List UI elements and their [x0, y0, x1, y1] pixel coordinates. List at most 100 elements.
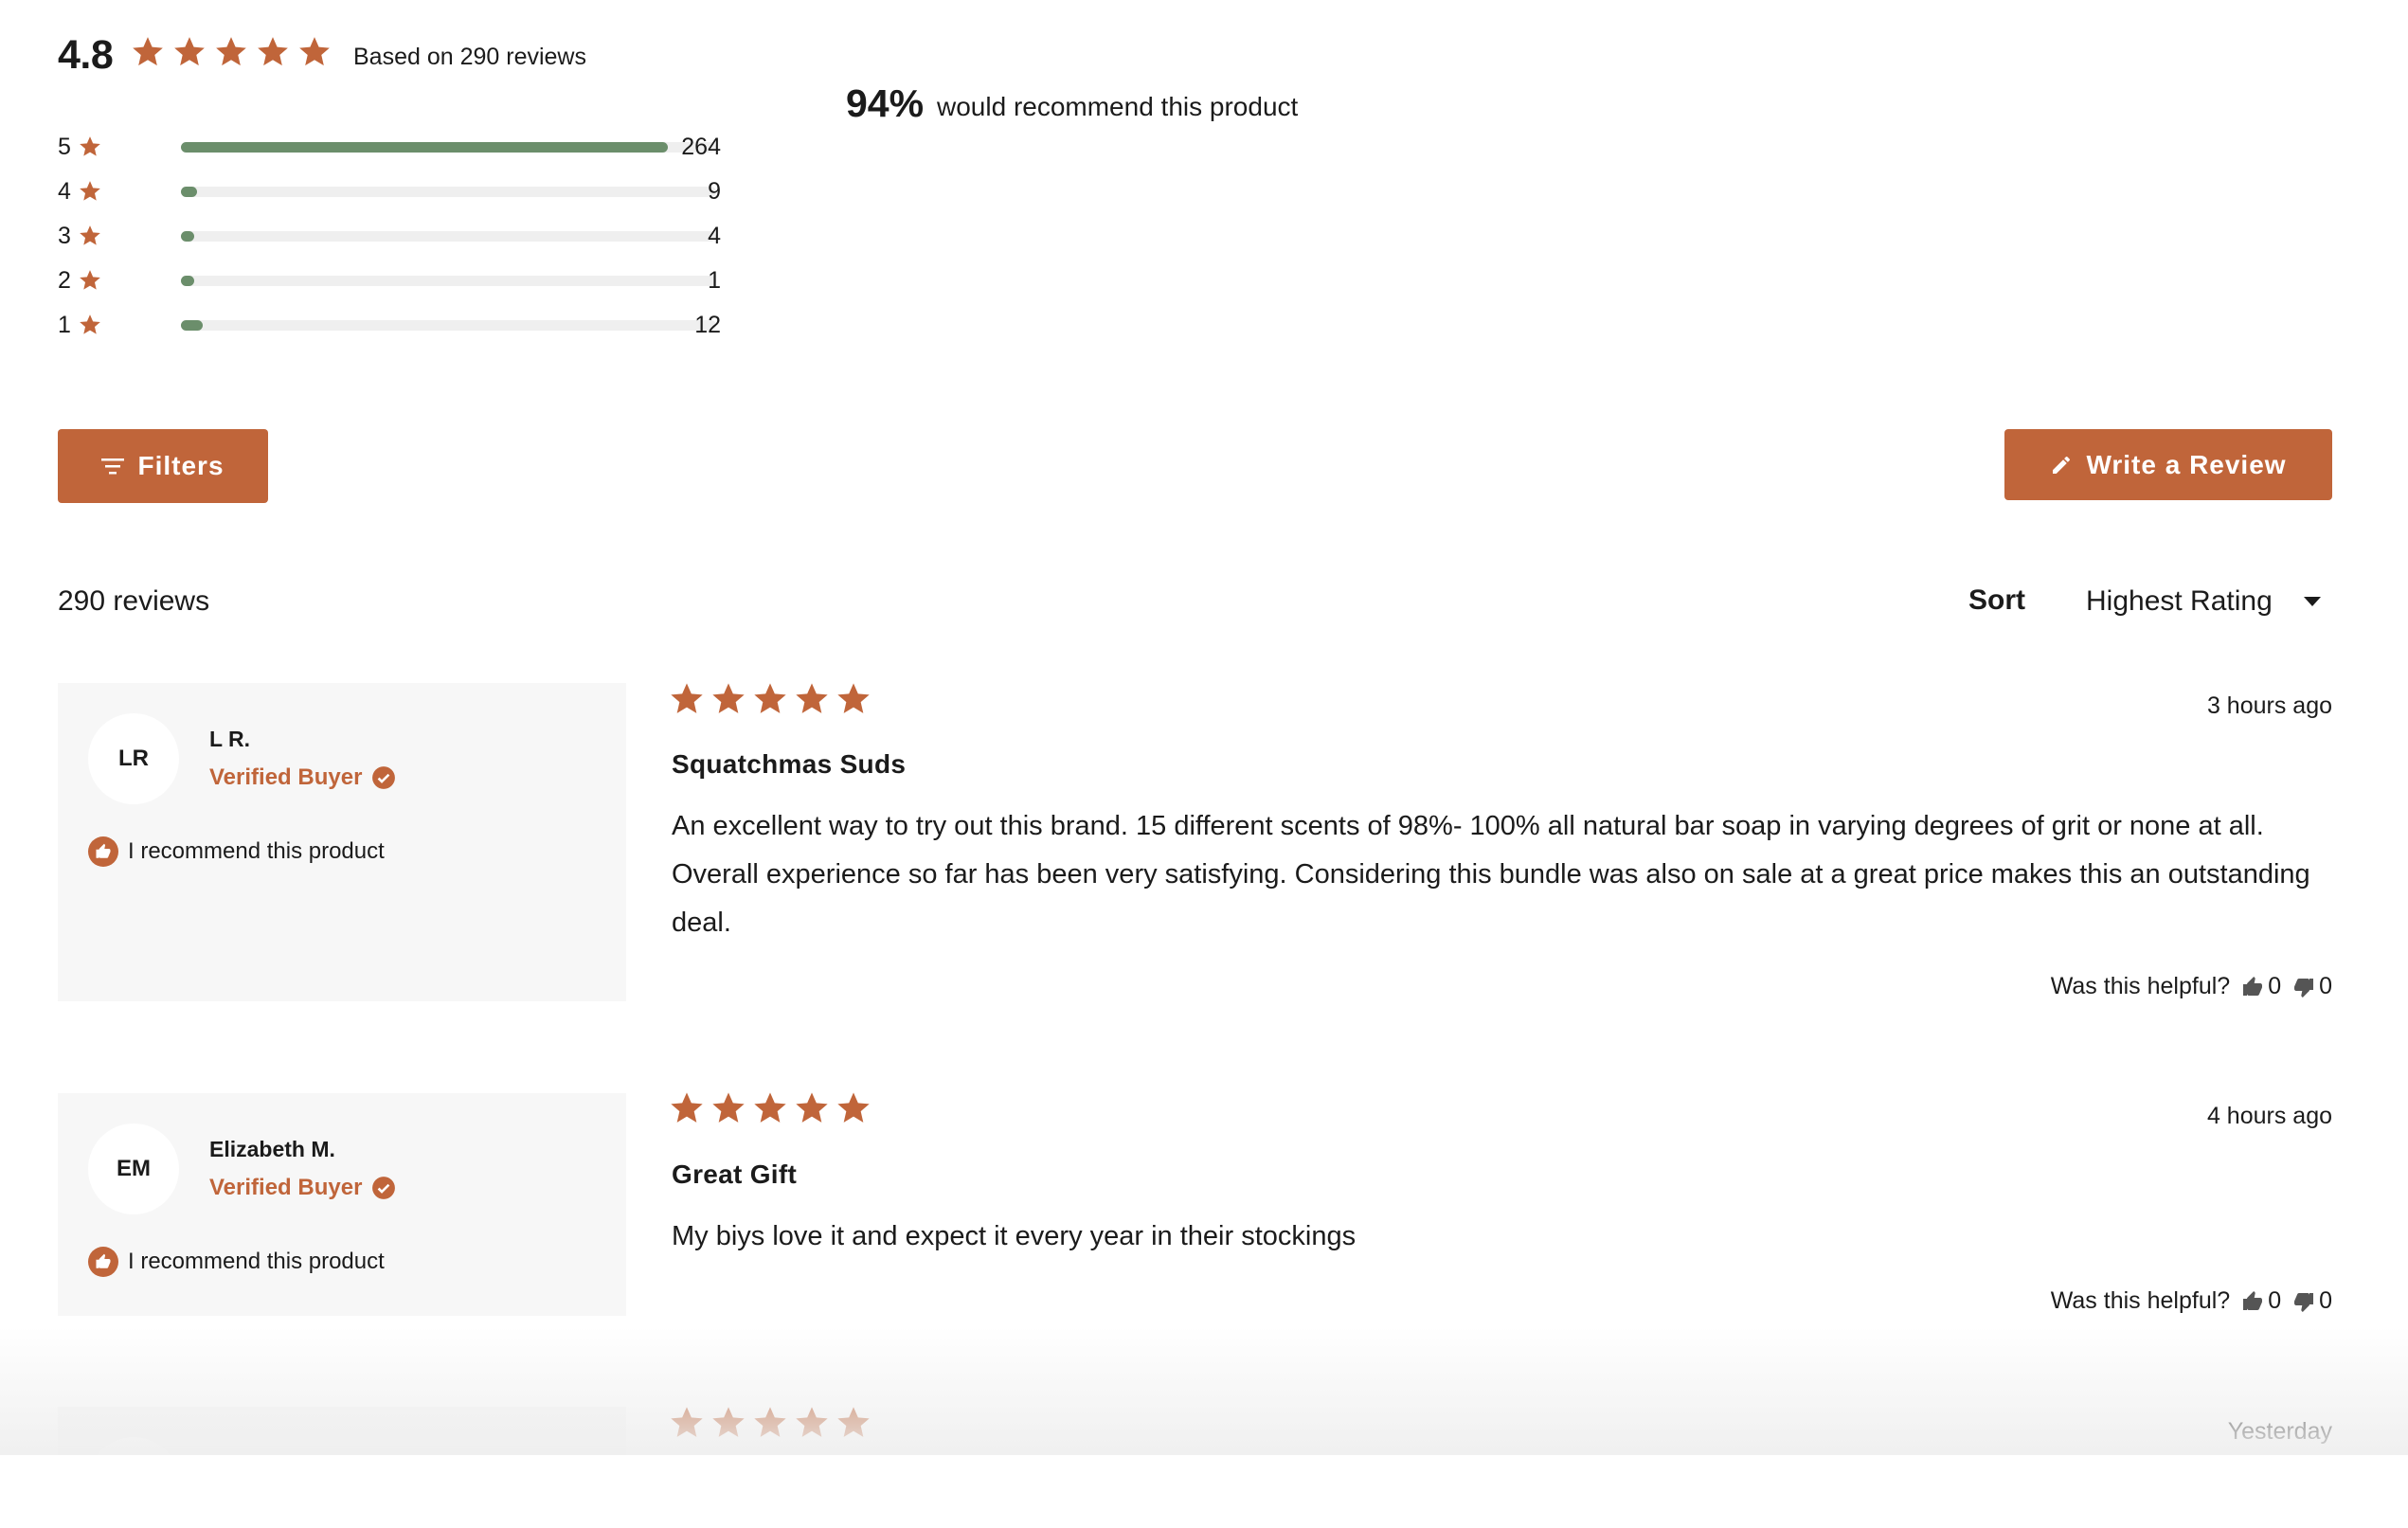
reviewer-card: EM Elizabeth M. Verified Buyer I recomme… [58, 1093, 626, 1316]
filters-button[interactable]: Filters [58, 429, 268, 503]
histogram-row[interactable]: 2 1 [58, 266, 721, 295]
thumbs-up-count: 0 [2268, 973, 2282, 999]
reviewer-name: L R. [209, 727, 251, 751]
star-icon [174, 37, 205, 66]
write-review-label: Write a Review [2086, 449, 2287, 479]
star-icon [671, 1092, 703, 1123]
review-title: Squatchmas Suds [672, 749, 907, 779]
thumbs-down-button[interactable]: 0 [2292, 973, 2332, 1000]
average-rating: 4.8 [58, 32, 114, 78]
thumbs-down-count: 0 [2319, 973, 2332, 999]
star-icon [80, 315, 100, 334]
avatar: EM [88, 1124, 179, 1214]
helpful-row: Was this helpful? 0 0 [2051, 1287, 2332, 1315]
histogram-fill [181, 320, 203, 331]
thumbs-down-icon [2294, 1292, 2314, 1312]
histogram-count: 264 [681, 134, 721, 160]
review-date: 3 hours ago [2206, 692, 2332, 719]
write-review-button[interactable]: Write a Review [2004, 429, 2332, 500]
star-icon [80, 181, 100, 201]
histogram-row[interactable]: 4 9 [58, 177, 721, 206]
histogram-row[interactable]: 1 12 [58, 311, 721, 339]
star-icon [754, 1407, 786, 1437]
histogram-stars: 5 [58, 134, 71, 160]
star-icon [712, 1092, 745, 1123]
helpful-row: Was this helpful? 0 0 [2051, 973, 2332, 1000]
histogram-stars: 4 [58, 178, 71, 205]
recommend-row: I recommend this product [88, 1247, 385, 1277]
based-on-label: Based on 290 reviews [353, 44, 586, 70]
sort-label: Sort [1968, 584, 2025, 616]
star-icon [712, 1407, 745, 1437]
star-icon [133, 37, 163, 66]
review-stars [668, 1404, 872, 1442]
histogram-fill [181, 142, 669, 153]
thumbs-down-count: 0 [2319, 1287, 2332, 1314]
star-icon [837, 1407, 870, 1437]
histogram-stars: 2 [58, 267, 71, 294]
check-badge-icon [372, 766, 396, 789]
histogram-stars: 1 [58, 312, 71, 338]
review-body: My biys love it and expect it every year… [672, 1221, 1357, 1251]
thumbs-up-count: 0 [2268, 1287, 2282, 1314]
star-icon [80, 225, 100, 245]
verified-label: Verified Buyer [209, 764, 363, 790]
histogram-count: 12 [694, 312, 721, 338]
histogram-count: 1 [708, 267, 721, 294]
histogram-row[interactable]: 3 4 [58, 222, 721, 250]
helpful-label: Was this helpful? [2050, 973, 2231, 999]
thumbs-up-icon [88, 836, 118, 867]
review-body: An excellent way to try out this brand. … [672, 811, 2310, 938]
verified-badge: Verified Buyer [209, 764, 396, 791]
thumbs-up-icon [88, 1247, 118, 1277]
reviewer-card [58, 1407, 626, 1528]
star-icon [754, 1092, 786, 1123]
thumbs-down-button[interactable]: 0 [2292, 1287, 2332, 1315]
star-icon [216, 37, 246, 66]
average-stars [130, 34, 332, 70]
reviewer-name: Elizabeth M. [209, 1137, 335, 1161]
star-icon [80, 136, 100, 156]
review-stars [668, 680, 872, 718]
reviewer-card: LR L R. Verified Buyer I recommend this … [58, 683, 626, 1001]
review-count: 290 reviews [58, 585, 210, 617]
avatar [88, 1437, 179, 1528]
pencil-icon [2053, 456, 2071, 474]
review-stars [668, 1089, 872, 1127]
filters-label: Filters [137, 451, 225, 480]
star-icon [671, 683, 703, 713]
thumbs-up-button[interactable]: 0 [2241, 973, 2281, 1000]
caret-down-icon [2304, 597, 2321, 606]
review-date: Yesterday [2227, 1418, 2332, 1445]
star-icon [671, 1407, 703, 1437]
recommend-percent: 94% [846, 81, 925, 125]
thumbs-up-button[interactable]: 0 [2241, 1287, 2281, 1315]
histogram-fill [181, 231, 194, 242]
recommend-text: would recommend this product [937, 92, 1299, 121]
star-icon [712, 683, 745, 713]
sort-value: Highest Rating [2086, 585, 2273, 617]
star-icon [299, 37, 330, 66]
histogram-stars: 3 [58, 223, 71, 249]
thumbs-down-icon [2294, 978, 2314, 998]
histogram-count: 4 [708, 223, 721, 249]
histogram-fill [181, 187, 197, 197]
histogram-count: 9 [708, 178, 721, 205]
star-icon [796, 1092, 828, 1123]
recommend-text: I recommend this product [128, 838, 385, 864]
star-icon [837, 683, 870, 713]
thumbs-up-icon [2243, 1290, 2263, 1310]
star-icon [754, 683, 786, 713]
review-date: 4 hours ago [2206, 1103, 2332, 1129]
sort-select[interactable]: Highest Rating [2086, 578, 2332, 625]
histogram-fill [181, 276, 194, 286]
thumbs-up-icon [2243, 976, 2263, 996]
star-icon [80, 270, 100, 290]
recommend-row: I recommend this product [88, 836, 385, 867]
recommend-text: I recommend this product [128, 1249, 385, 1274]
review-title: Great Gift [672, 1159, 798, 1189]
check-badge-icon [372, 1177, 396, 1199]
histogram-row[interactable]: 5 264 [58, 133, 721, 161]
verified-badge: Verified Buyer [209, 1175, 396, 1201]
star-icon [796, 683, 828, 713]
